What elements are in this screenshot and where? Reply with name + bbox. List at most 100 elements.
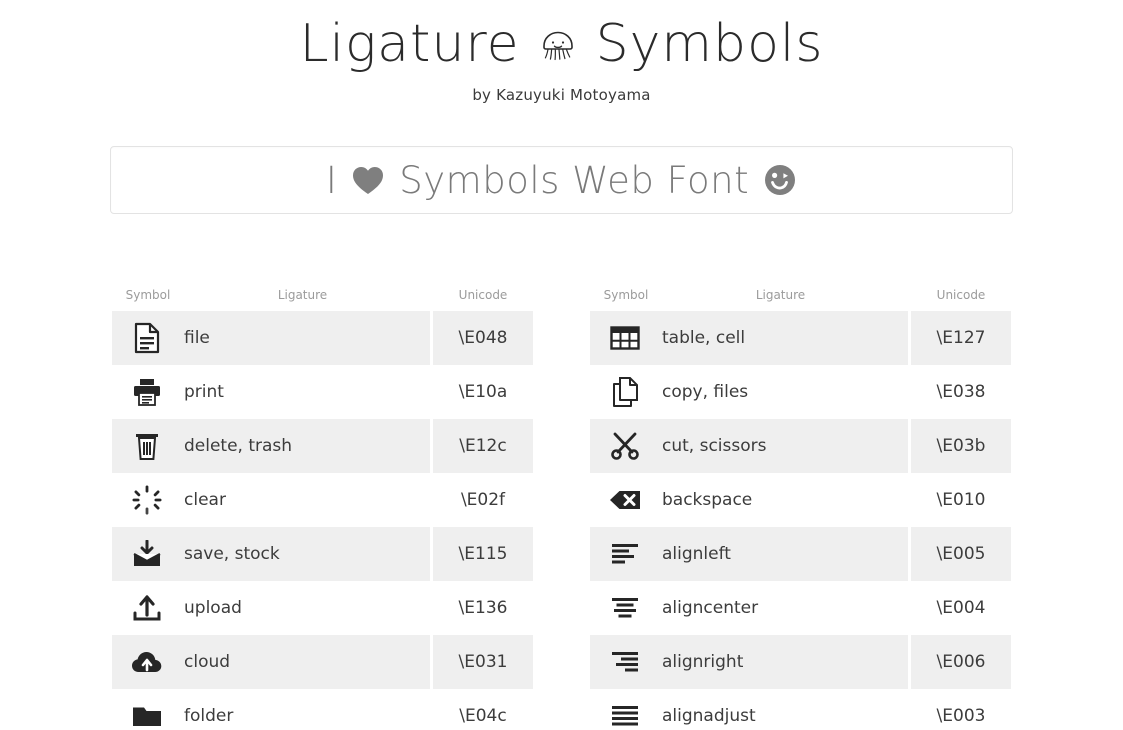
ligature-label: cloud xyxy=(184,652,231,672)
unicode-value: \E02f xyxy=(433,473,533,527)
ligature-label: save, stock xyxy=(184,544,280,564)
table-row[interactable]: alignadjust \E003 xyxy=(590,689,1011,730)
copy-icon xyxy=(596,376,654,408)
row-main-cell: cloud xyxy=(112,635,430,689)
print-icon xyxy=(118,377,176,407)
clear-icon xyxy=(118,485,176,515)
ligature-demo-input[interactable]: I Symbols Web Font xyxy=(110,146,1013,214)
table-body-left: file \E048 print \E10a delete, trash \E1… xyxy=(112,311,533,730)
ligature-label: alignright xyxy=(662,652,744,672)
row-main-cell: cut, scissors xyxy=(590,419,908,473)
ligature-label: alignleft xyxy=(662,544,731,564)
page-title-right: Symbols xyxy=(595,14,824,74)
table-row[interactable]: file \E048 xyxy=(112,311,533,365)
trash-icon xyxy=(118,430,176,462)
row-main-cell: table, cell xyxy=(590,311,908,365)
scissors-icon xyxy=(596,432,654,460)
unicode-value: \E12c xyxy=(433,419,533,473)
row-main-cell: upload xyxy=(112,581,430,635)
ligature-label: backspace xyxy=(662,490,753,510)
page-header: Ligature Symbols by Kazuyuki Motoyama xyxy=(0,0,1123,104)
table-row[interactable]: copy, files \E038 xyxy=(590,365,1011,419)
file-icon xyxy=(118,322,176,354)
table-row[interactable]: save, stock \E115 xyxy=(112,527,533,581)
ligature-label: cut, scissors xyxy=(662,436,767,456)
table-header-row: Symbol Ligature Unicode xyxy=(112,288,533,311)
table-row[interactable]: folder \E04c xyxy=(112,689,533,730)
backspace-icon xyxy=(596,489,654,511)
ligature-label: file xyxy=(184,328,210,348)
unicode-value: \E010 xyxy=(911,473,1011,527)
ligature-label: folder xyxy=(184,706,234,726)
jellyfish-icon xyxy=(534,22,582,70)
table-row[interactable]: delete, trash \E12c xyxy=(112,419,533,473)
table-row[interactable]: aligncenter \E004 xyxy=(590,581,1011,635)
symbol-tables: Symbol Ligature Unicode file \E048 print… xyxy=(0,288,1123,730)
row-main-cell: save, stock xyxy=(112,527,430,581)
row-main-cell: print xyxy=(112,365,430,419)
unicode-value: \E004 xyxy=(911,581,1011,635)
page-root: Ligature Symbols by Kazuyuki Motoyama I … xyxy=(0,0,1123,730)
alignleft-icon xyxy=(596,543,654,565)
alignadjust-icon xyxy=(596,705,654,727)
column-header-symbol: Symbol xyxy=(125,288,171,302)
unicode-value: \E127 xyxy=(911,311,1011,365)
table-row[interactable]: cut, scissors \E03b xyxy=(590,419,1011,473)
unicode-value: \E136 xyxy=(433,581,533,635)
wink-smiley-icon xyxy=(763,163,797,197)
ligature-label: copy, files xyxy=(662,382,749,402)
unicode-value: \E03b xyxy=(911,419,1011,473)
table-row[interactable]: alignright \E006 xyxy=(590,635,1011,689)
column-header-unicode: Unicode xyxy=(458,288,508,302)
table-header-row: Symbol Ligature Unicode xyxy=(590,288,1011,311)
unicode-value: \E10a xyxy=(433,365,533,419)
ligature-label: upload xyxy=(184,598,242,618)
table-row[interactable]: clear \E02f xyxy=(112,473,533,527)
row-main-cell: copy, files xyxy=(590,365,908,419)
unicode-value: \E005 xyxy=(911,527,1011,581)
page-subtitle: by Kazuyuki Motoyama xyxy=(472,86,651,104)
unicode-value: \E003 xyxy=(911,689,1011,730)
table-icon xyxy=(596,325,654,351)
page-title: Ligature Symbols xyxy=(0,18,1123,70)
heart-icon xyxy=(351,164,385,196)
table-row[interactable]: print \E10a xyxy=(112,365,533,419)
row-main-cell: alignleft xyxy=(590,527,908,581)
row-main-cell: aligncenter xyxy=(590,581,908,635)
unicode-value: \E006 xyxy=(911,635,1011,689)
demo-text-middle: Symbols Web Font xyxy=(399,158,750,202)
unicode-value: \E048 xyxy=(433,311,533,365)
symbol-table-left: Symbol Ligature Unicode file \E048 print… xyxy=(112,288,533,730)
table-row[interactable]: alignleft \E005 xyxy=(590,527,1011,581)
unicode-value: \E04c xyxy=(433,689,533,730)
folder-icon xyxy=(118,704,176,728)
ligature-label: clear xyxy=(184,490,226,510)
column-header-unicode: Unicode xyxy=(936,288,986,302)
row-main-cell: backspace xyxy=(590,473,908,527)
unicode-value: \E115 xyxy=(433,527,533,581)
column-header-ligature: Ligature xyxy=(755,288,806,302)
column-header-symbol: Symbol xyxy=(603,288,649,302)
ligature-label: alignadjust xyxy=(662,706,756,726)
table-row[interactable]: upload \E136 xyxy=(112,581,533,635)
ligature-label: aligncenter xyxy=(662,598,759,618)
aligncenter-icon xyxy=(596,597,654,619)
row-main-cell: file xyxy=(112,311,430,365)
row-main-cell: delete, trash xyxy=(112,419,430,473)
row-main-cell: alignadjust xyxy=(590,689,908,730)
ligature-label: table, cell xyxy=(662,328,746,348)
table-row[interactable]: backspace \E010 xyxy=(590,473,1011,527)
table-body-right: table, cell \E127 copy, files \E038 cut,… xyxy=(590,311,1011,730)
symbol-table-right: Symbol Ligature Unicode table, cell \E12… xyxy=(590,288,1011,730)
table-row[interactable]: table, cell \E127 xyxy=(590,311,1011,365)
table-row[interactable]: cloud \E031 xyxy=(112,635,533,689)
unicode-value: \E038 xyxy=(911,365,1011,419)
cloud-icon xyxy=(118,650,176,674)
alignright-icon xyxy=(596,651,654,673)
demo-text-before: I xyxy=(325,158,338,202)
row-main-cell: clear xyxy=(112,473,430,527)
row-main-cell: alignright xyxy=(590,635,908,689)
page-title-left: Ligature xyxy=(299,14,520,74)
demo-input-wrapper: I Symbols Web Font xyxy=(110,146,1013,214)
save-icon xyxy=(118,540,176,568)
